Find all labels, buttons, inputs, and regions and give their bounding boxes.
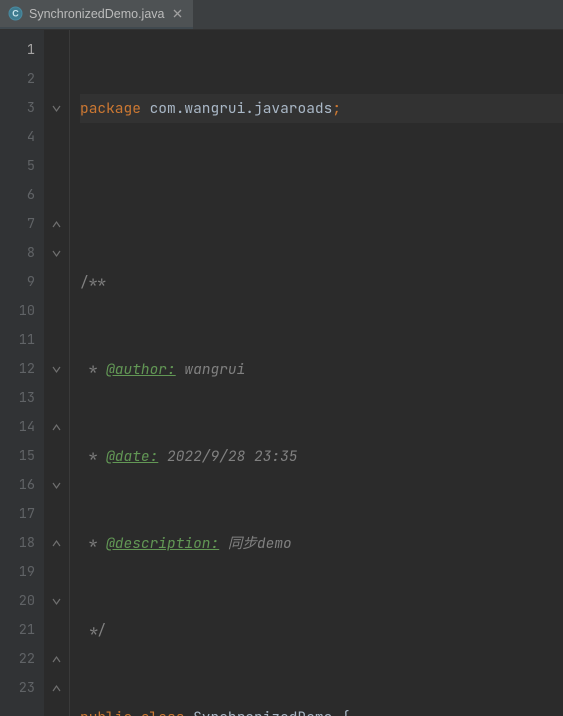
svg-text:C: C	[12, 9, 19, 19]
code-area[interactable]: package com.wangrui.javaroads; /** * @au…	[70, 30, 563, 716]
code-line: package com.wangrui.javaroads;	[80, 94, 563, 123]
fold-gutter	[44, 30, 70, 716]
line-number: 11	[0, 326, 35, 355]
line-number: 1	[0, 36, 35, 65]
code-line: /**	[80, 268, 563, 297]
line-number: 6	[0, 181, 35, 210]
fold-toggle-icon[interactable]	[44, 94, 69, 123]
fold-toggle-icon[interactable]	[44, 587, 69, 616]
line-number: 19	[0, 558, 35, 587]
line-number: 3	[0, 94, 35, 123]
java-class-icon: C	[8, 6, 23, 21]
line-number: 15	[0, 442, 35, 471]
fold-toggle-icon[interactable]	[44, 471, 69, 500]
fold-end-icon	[44, 529, 69, 558]
line-number-gutter: 1 2 3 4 5 6 7 8 9 10 11 12 13 14 15 16 1…	[0, 30, 44, 716]
tab-bar: C SynchronizedDemo.java	[0, 0, 563, 30]
fold-end-icon	[44, 210, 69, 239]
line-number: 22	[0, 645, 35, 674]
line-number: 21	[0, 616, 35, 645]
line-number: 12	[0, 355, 35, 384]
line-number: 23	[0, 674, 35, 703]
line-number: 2	[0, 65, 35, 94]
fold-toggle-icon[interactable]	[44, 355, 69, 384]
line-number: 16	[0, 471, 35, 500]
tab-filename: SynchronizedDemo.java	[29, 7, 165, 21]
code-line	[80, 181, 563, 210]
fold-toggle-icon[interactable]	[44, 239, 69, 268]
fold-end-icon	[44, 674, 69, 703]
line-number: 7	[0, 210, 35, 239]
fold-end-icon	[44, 645, 69, 674]
line-number: 8	[0, 239, 35, 268]
fold-end-icon	[44, 413, 69, 442]
code-editor[interactable]: 1 2 3 4 5 6 7 8 9 10 11 12 13 14 15 16 1…	[0, 30, 563, 716]
line-number: 20	[0, 587, 35, 616]
line-number: 4	[0, 123, 35, 152]
line-number: 5	[0, 152, 35, 181]
close-icon[interactable]	[171, 7, 185, 21]
line-number: 10	[0, 297, 35, 326]
line-number: 13	[0, 384, 35, 413]
code-line: public class SynchronizedDemo {	[80, 703, 563, 716]
code-line: * @date: 2022/9/28 23:35	[80, 442, 563, 471]
line-number: 14	[0, 413, 35, 442]
code-line: * @author: wangrui	[80, 355, 563, 384]
line-number: 9	[0, 268, 35, 297]
code-line: * @description: 同步demo	[80, 529, 563, 558]
line-number: 18	[0, 529, 35, 558]
line-number: 17	[0, 500, 35, 529]
file-tab[interactable]: C SynchronizedDemo.java	[0, 0, 193, 29]
code-line: */	[80, 616, 563, 645]
